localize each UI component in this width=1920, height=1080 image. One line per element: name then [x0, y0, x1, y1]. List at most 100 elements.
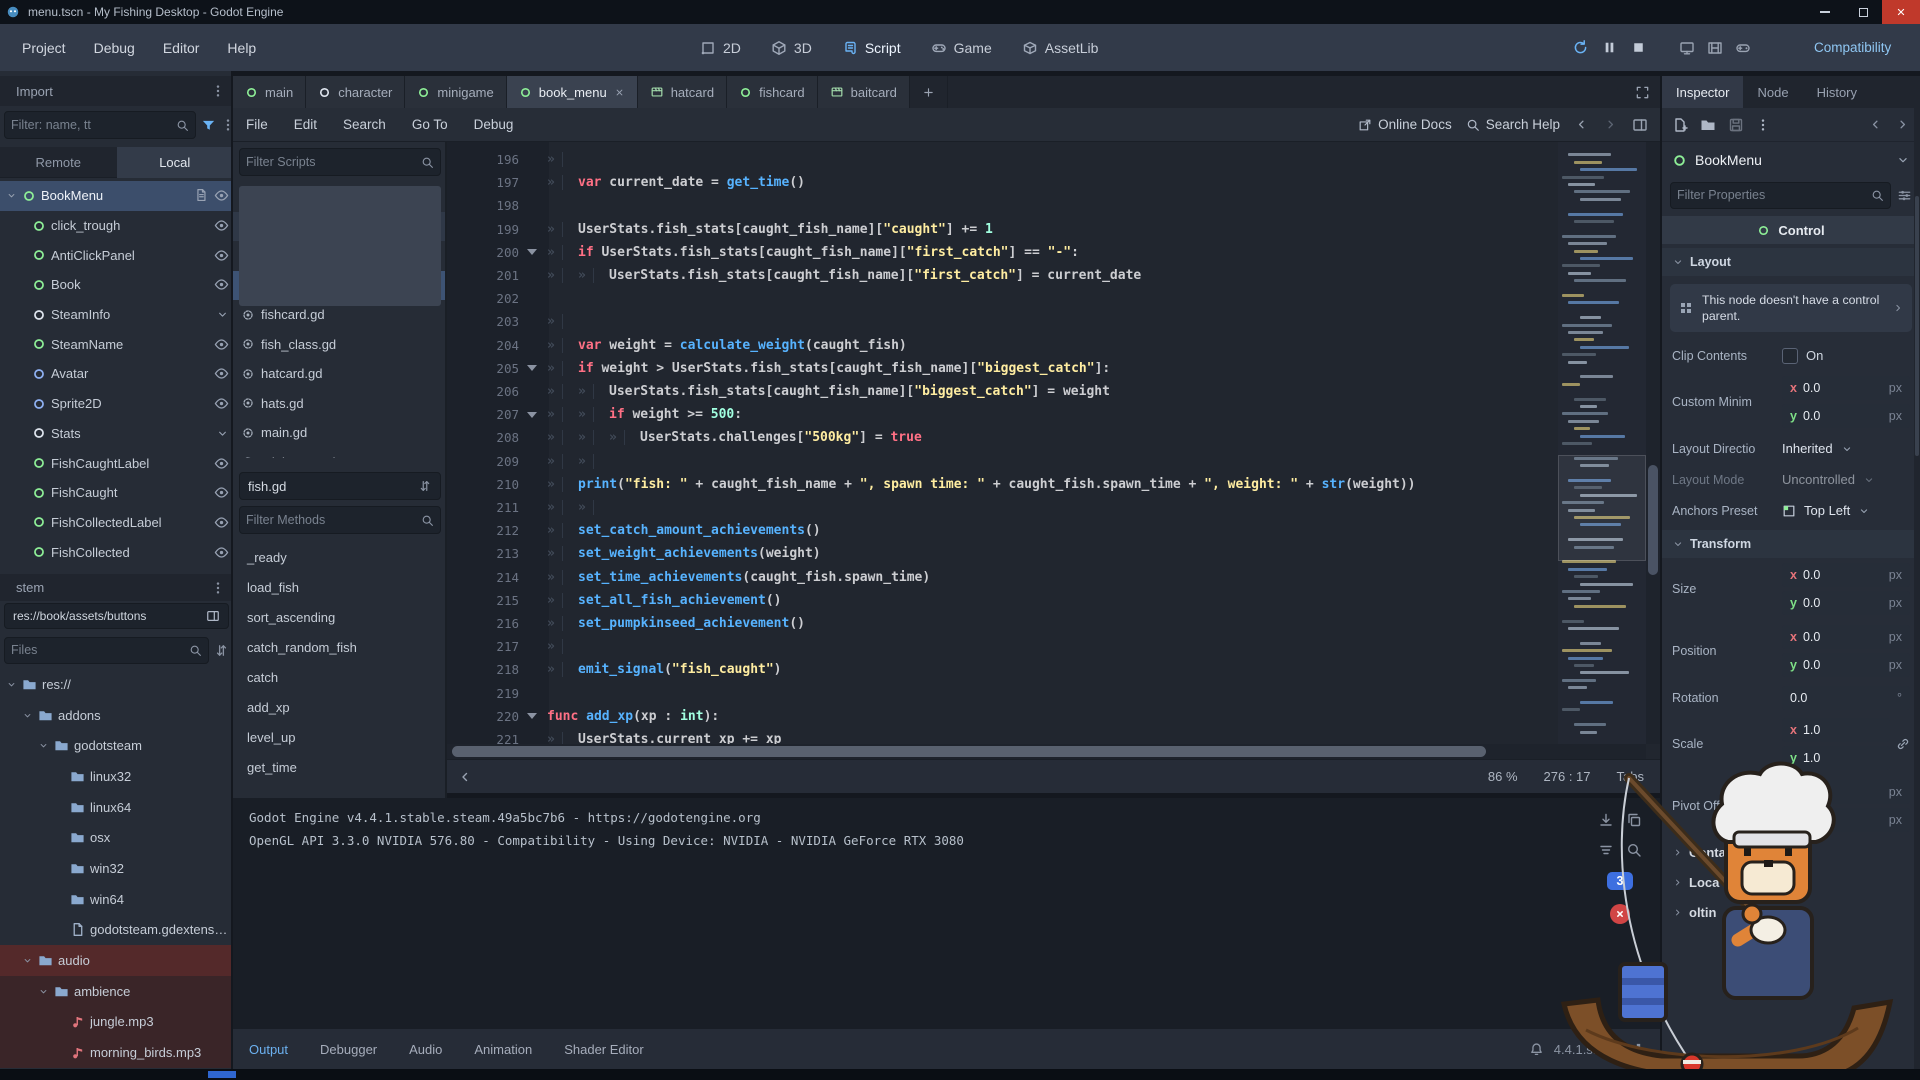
horizontal-scrollbar[interactable] [447, 744, 1646, 759]
scene-tree-item[interactable]: BookMenu [0, 181, 233, 211]
maximize-button[interactable] [1844, 0, 1882, 24]
file-tree-item[interactable]: ambience [0, 976, 233, 1007]
file-tree-item[interactable]: audio [0, 945, 233, 976]
visibility-eye-icon[interactable] [214, 218, 229, 233]
scene-tree-item[interactable]: AntiClickPanel [0, 240, 233, 270]
online-docs-button[interactable]: Online Docs [1358, 117, 1452, 132]
visibility-eye-icon[interactable] [214, 337, 229, 352]
number-field[interactable]: 0.0° [1782, 686, 1910, 710]
file-tree-item[interactable]: addons [0, 700, 233, 731]
scene-tree-item[interactable]: SteamName [0, 329, 233, 359]
history-back-icon[interactable] [1868, 117, 1883, 132]
load-resource-icon[interactable] [1700, 117, 1716, 133]
panel-layout-icon[interactable] [1632, 117, 1648, 133]
scene-tree-item[interactable]: FishCaught [0, 478, 233, 508]
file-tree-item[interactable]: osx [0, 822, 233, 853]
filter-scripts-input[interactable] [246, 155, 417, 169]
screen-script[interactable]: Script [842, 40, 901, 56]
joypad-icon[interactable] [1735, 40, 1751, 56]
menu-editor[interactable]: Editor [149, 34, 214, 62]
sort-icon[interactable] [418, 479, 432, 493]
scene-tree-item[interactable]: Avatar [0, 359, 233, 389]
script-menu-go-to[interactable]: Go To [399, 117, 461, 132]
file-tree-item[interactable]: godotsteam.gdextension [0, 915, 233, 946]
dock-menu-icon[interactable] [211, 84, 225, 98]
stop-button[interactable] [1630, 39, 1647, 56]
horizontal-scrollbar-handle[interactable] [452, 746, 1486, 757]
sort-icon[interactable] [214, 643, 229, 658]
inspector-scrollbar-handle[interactable] [1915, 196, 1919, 456]
chevron-down-icon[interactable] [216, 308, 229, 321]
script-menu-file[interactable]: File [233, 117, 281, 132]
visibility-eye-icon[interactable] [214, 277, 229, 292]
screen-3d[interactable]: 3D [771, 40, 812, 56]
chevron-down-icon[interactable] [216, 427, 229, 440]
edited-node-row[interactable]: BookMenu [1662, 142, 1920, 178]
inspector-tab-history[interactable]: History [1803, 76, 1871, 108]
code-editor[interactable]: 196»197»var current_date = get_time()198… [447, 142, 1660, 759]
history-forward-icon[interactable] [1895, 117, 1910, 132]
history-back-icon[interactable] [1574, 117, 1589, 132]
inspector-scrollbar[interactable] [1914, 76, 1920, 1069]
scene-tab-baitcard[interactable]: baitcard [818, 76, 910, 108]
script-menu-search[interactable]: Search [330, 117, 399, 132]
file-tree-item[interactable]: jungle.mp3 [0, 1007, 233, 1038]
link-values-icon[interactable] [1896, 737, 1910, 751]
script-list-item[interactable]: hats.gd [233, 389, 447, 419]
method-list-item[interactable]: _ready [233, 542, 447, 572]
close-button[interactable] [1882, 0, 1920, 24]
bottom-tab-output[interactable]: Output [233, 1029, 304, 1069]
script-list-item[interactable]: main.gd [233, 418, 447, 448]
number-field[interactable]: y0.0px [1782, 653, 1910, 677]
close-icon[interactable] [614, 87, 625, 98]
scene-tab-book_menu[interactable]: book_menu [507, 76, 638, 108]
file-tree-item[interactable]: linux64 [0, 792, 233, 823]
visibility-eye-icon[interactable] [214, 366, 229, 381]
collapse-icon[interactable] [6, 679, 17, 690]
renderer-dropdown[interactable]: Compatibility [1814, 40, 1891, 55]
script-list-scrollbar[interactable] [239, 186, 441, 306]
method-list-item[interactable]: catch [233, 662, 447, 692]
scene-tree-item[interactable]: click_trough [0, 211, 233, 241]
method-list-item[interactable]: load_fish [233, 572, 447, 602]
visibility-eye-icon[interactable] [214, 456, 229, 471]
script-list-item[interactable]: hatcard.gd [233, 359, 447, 389]
scene-tab-character[interactable]: character [306, 76, 405, 108]
inspector-tab-inspector[interactable]: Inspector [1662, 76, 1743, 108]
script-menu-debug[interactable]: Debug [461, 117, 527, 132]
number-field[interactable]: x0.0px [1782, 563, 1910, 587]
tab-local[interactable]: Local [117, 147, 234, 178]
menu-help[interactable]: Help [213, 34, 270, 62]
vertical-scrollbar-handle[interactable] [1648, 465, 1658, 575]
fold-arrow-icon[interactable] [527, 249, 537, 255]
filter-properties-input[interactable] [1677, 188, 1867, 202]
category-control[interactable]: Control [1662, 216, 1920, 244]
screen-2d[interactable]: 2D [700, 40, 741, 56]
scene-tab-minigame[interactable]: minigame [405, 76, 506, 108]
collapse-icon[interactable] [22, 955, 33, 966]
method-list-item[interactable]: level_up [233, 722, 447, 752]
script-list-item[interactable]: fish_class.gd [233, 330, 447, 360]
bottom-tab-audio[interactable]: Audio [393, 1029, 458, 1069]
visibility-eye-icon[interactable] [214, 545, 229, 560]
visibility-eye-icon[interactable] [214, 515, 229, 530]
scene-filter-input[interactable] [11, 118, 172, 132]
bottom-tab-shader-editor[interactable]: Shader Editor [548, 1029, 660, 1069]
visibility-eye-icon[interactable] [214, 188, 229, 203]
collapse-sidebar-icon[interactable] [457, 769, 473, 785]
minimap-viewport[interactable] [1558, 455, 1646, 561]
fold-arrow-icon[interactable] [527, 412, 537, 418]
file-tree-item[interactable]: res:// [0, 669, 233, 700]
dropdown[interactable]: Inherited [1782, 441, 1910, 456]
collapse-icon[interactable] [22, 710, 33, 721]
scene-tree-item[interactable]: FishCollectedLabel [0, 508, 233, 538]
save-resource-icon[interactable] [1728, 117, 1744, 133]
script-list-item[interactable]: minigame.gd [233, 448, 447, 459]
collapse-icon[interactable] [38, 986, 49, 997]
monitor-icon[interactable] [1679, 40, 1695, 56]
scene-tree-item[interactable]: FishCaughtLabel [0, 448, 233, 478]
dock-menu-icon[interactable] [211, 581, 225, 595]
fold-arrow-icon[interactable] [527, 365, 537, 371]
scene-tree-item[interactable]: Sprite2D [0, 389, 233, 419]
visibility-eye-icon[interactable] [214, 485, 229, 500]
